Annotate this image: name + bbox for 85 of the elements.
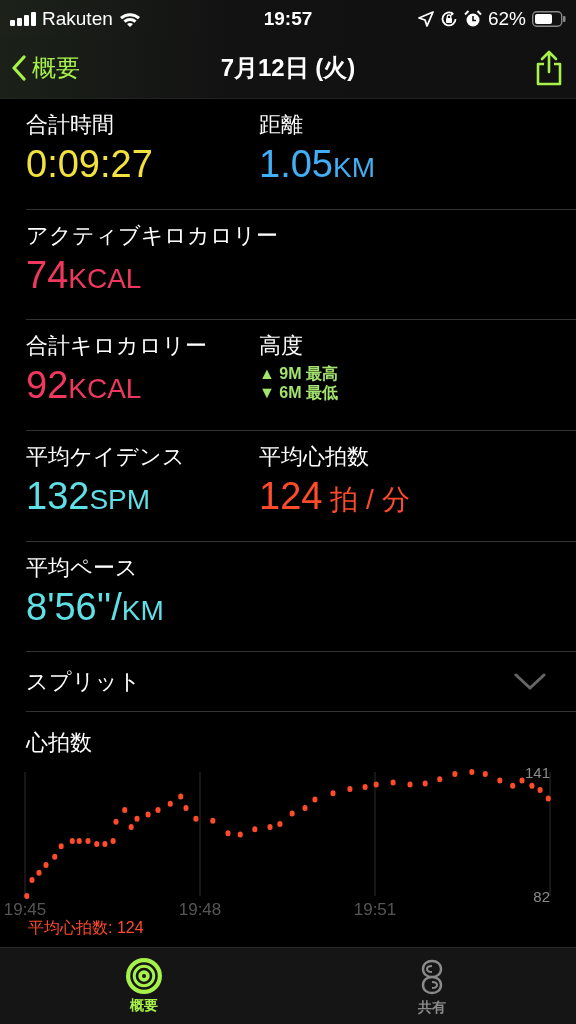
data-point [167, 800, 173, 807]
battery-icon [532, 10, 566, 27]
splits-row[interactable]: スプリット [26, 652, 576, 712]
data-point [373, 781, 379, 788]
data-point [422, 780, 428, 787]
data-point [529, 783, 535, 789]
metric-value: 74KCAL [26, 252, 143, 298]
axis-tick-label: 19:51 [353, 900, 397, 919]
metric-value: 8'56''/KM [26, 584, 165, 630]
axis-tick-label: 19:45 [3, 900, 47, 919]
chevron-left-icon [12, 54, 26, 81]
data-point [497, 777, 503, 784]
page-title: 7月12日 (火) [220, 52, 356, 83]
data-point [347, 786, 353, 793]
data-point [267, 824, 273, 831]
location-arrow-icon [417, 10, 434, 27]
data-point [437, 776, 443, 783]
data-point [225, 830, 231, 837]
data-point [510, 783, 516, 789]
signal-icon [10, 11, 36, 26]
axis-tick-label: 82 [533, 887, 550, 905]
battery-percent: 62% [487, 7, 526, 30]
data-point [183, 805, 189, 812]
metric-label: 平均心拍数 [259, 442, 370, 471]
data-point [289, 810, 295, 817]
metric-value: 124 拍 / 分 [259, 473, 411, 519]
metric-label: 距離 [259, 110, 304, 139]
metric-label: 平均ペース [26, 553, 139, 582]
metric-label: 合計時間 [26, 110, 115, 139]
carrier-name: Rakuten [42, 7, 113, 30]
metric-label: アクティブキロカロリー [26, 221, 279, 250]
data-point [545, 795, 551, 802]
data-point [110, 838, 116, 845]
sharing-icon [419, 958, 445, 997]
data-point [537, 787, 543, 794]
rotation-lock-icon [439, 9, 458, 28]
tab-item[interactable]: 概要 [0, 948, 288, 1024]
data-point [58, 843, 64, 850]
axis-tick-label: 19:48 [178, 900, 222, 919]
data-point [128, 824, 134, 831]
data-point [330, 790, 336, 797]
data-point [102, 841, 108, 848]
tab-item[interactable]: 共有 [288, 948, 576, 1024]
data-point [407, 781, 413, 788]
chart-title: 心拍数 [26, 729, 93, 758]
alarm-clock-icon [463, 9, 482, 28]
data-point [277, 821, 283, 827]
data-point [134, 815, 140, 822]
metric-label: 平均ケイデンス [26, 442, 186, 471]
data-point [482, 771, 488, 778]
data-point [452, 771, 458, 778]
rings-icon [126, 958, 162, 995]
data-point [390, 779, 396, 786]
data-point [122, 807, 128, 814]
data-point [210, 817, 216, 824]
data-point [52, 853, 58, 860]
data-point [145, 811, 151, 818]
data-point [469, 769, 475, 776]
back-button[interactable]: 概要 [12, 51, 80, 84]
wifi-icon [118, 10, 141, 27]
axis-tick-label: 141 [524, 763, 550, 781]
data-point [252, 826, 258, 833]
data-point [302, 805, 308, 812]
metric-label: 合計キロカロリー [26, 332, 208, 361]
metric-value: 1.05KM [259, 141, 376, 187]
metric-value: 92KCAL [26, 363, 143, 409]
data-point [155, 807, 161, 814]
data-point [85, 838, 91, 845]
data-point [519, 777, 525, 784]
data-point [362, 784, 368, 791]
data-point [312, 796, 318, 803]
data-point [94, 841, 100, 848]
data-point [24, 893, 30, 900]
altitude-reading: ▼ 6M 最低 [259, 383, 339, 403]
metric-label: 高度 [259, 332, 304, 361]
altitude-reading: ▲ 9M 最高 [259, 364, 339, 384]
clock-time: 19:57 [263, 7, 313, 30]
metric-value: 0:09:27 [26, 141, 154, 187]
data-point [178, 793, 184, 800]
average-heart-rate: 平均心拍数: 124 [28, 918, 145, 939]
data-point [113, 818, 119, 825]
data-point [237, 831, 243, 838]
share-icon[interactable] [534, 49, 564, 86]
data-point [193, 815, 199, 822]
metric-value: 132SPM [26, 473, 152, 519]
